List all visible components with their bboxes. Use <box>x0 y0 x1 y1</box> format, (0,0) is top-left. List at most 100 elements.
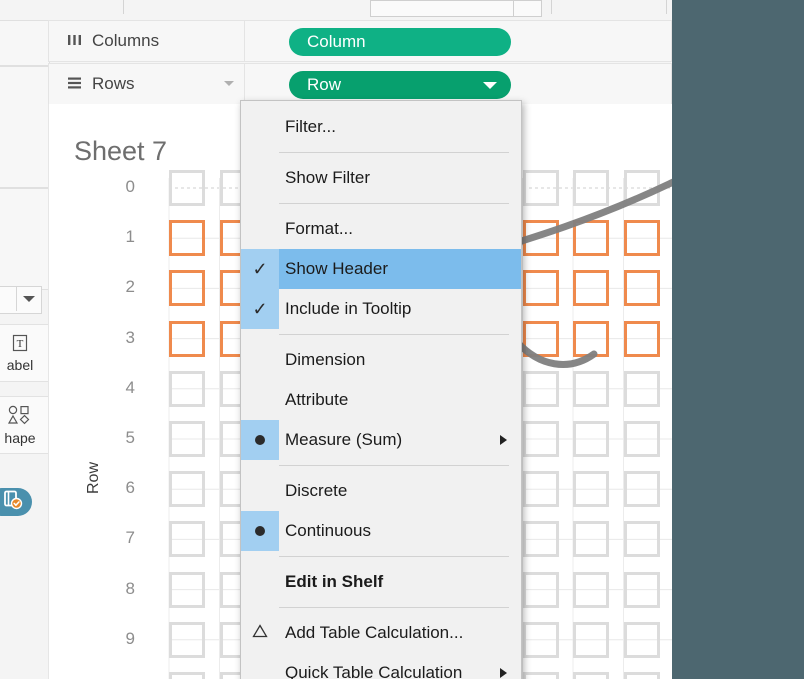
pill-column-label: Column <box>307 32 366 51</box>
menu-item-gutter <box>241 209 279 249</box>
app-window: T abel hape Columns Column Rows Row Shee… <box>0 0 804 679</box>
mark-square[interactable] <box>573 521 609 558</box>
mark-square[interactable] <box>522 471 559 508</box>
mark-square[interactable] <box>623 521 660 558</box>
mark-square[interactable] <box>522 370 559 407</box>
rows-shelf-label: Rows <box>49 64 245 104</box>
mark-square[interactable] <box>623 471 660 508</box>
marks-detail-pill[interactable] <box>0 488 32 516</box>
chevron-down-icon[interactable] <box>16 287 41 311</box>
mark-square[interactable] <box>522 220 559 257</box>
menu-item-gutter <box>241 158 279 198</box>
mark-square[interactable] <box>623 170 660 206</box>
mark-square[interactable] <box>169 220 205 257</box>
mark-square[interactable] <box>623 421 660 457</box>
mark-square[interactable] <box>169 320 205 357</box>
mark-square[interactable] <box>169 421 205 457</box>
mark-square[interactable] <box>623 320 660 357</box>
pill-column[interactable]: Column <box>289 28 511 56</box>
menu-item-gutter: ✓ <box>241 249 279 289</box>
menu-item-dimension[interactable]: Dimension <box>241 340 521 380</box>
mark-square[interactable] <box>573 421 609 457</box>
pill-row[interactable]: Row <box>289 71 511 99</box>
marks-label-button[interactable]: T abel <box>0 324 50 382</box>
mark-square[interactable] <box>522 421 559 457</box>
y-tick-label: 6 <box>125 478 135 498</box>
y-tick-label: 9 <box>125 628 135 648</box>
rows-shelf-caret-icon[interactable] <box>224 81 234 86</box>
pill-row-dropdown-icon[interactable] <box>483 82 497 89</box>
toolbar-input[interactable] <box>370 0 515 17</box>
menu-item-continuous[interactable]: Continuous <box>241 511 521 551</box>
menu-separator <box>279 607 509 608</box>
columns-shelf[interactable]: Columns Column <box>48 20 672 62</box>
mark-square[interactable] <box>623 370 660 407</box>
toolbar-divider <box>123 0 124 14</box>
mark-square[interactable] <box>573 320 609 357</box>
mark-square[interactable] <box>169 571 205 608</box>
menu-item-format[interactable]: Format... <box>241 209 521 249</box>
mark-square[interactable] <box>169 521 205 558</box>
menu-item-discrete[interactable]: Discrete <box>241 471 521 511</box>
menu-item-show-header[interactable]: ✓ Show Header <box>241 249 521 289</box>
menu-item-measure-sum[interactable]: Measure (Sum) <box>241 420 521 460</box>
mark-square[interactable] <box>522 571 559 608</box>
mark-square[interactable] <box>169 270 205 307</box>
mark-square[interactable] <box>623 672 660 679</box>
menu-item-gutter <box>241 511 279 551</box>
mark-square[interactable] <box>623 220 660 257</box>
mark-square[interactable] <box>522 521 559 558</box>
radio-selected-icon <box>255 526 265 536</box>
y-tick-label: 4 <box>125 377 135 397</box>
mark-square[interactable] <box>169 672 205 679</box>
menu-item-gutter <box>241 107 279 147</box>
menu-item-include-tooltip[interactable]: ✓ Include in Tooltip <box>241 289 521 329</box>
pill-context-menu[interactable]: Filter... Show Filter Format... ✓ Show Heade… <box>240 100 522 679</box>
menu-item-edit-in-shelf[interactable]: Edit in Shelf <box>241 562 521 602</box>
y-tick-label: 2 <box>125 277 135 297</box>
mark-square[interactable] <box>522 320 559 357</box>
marks-shape-button[interactable]: hape <box>0 396 50 454</box>
y-tick-label: 8 <box>125 578 135 598</box>
left-sidebar: T abel hape <box>0 20 50 679</box>
menu-item-filter[interactable]: Filter... <box>241 107 521 147</box>
menu-separator <box>279 203 509 204</box>
mark-square[interactable] <box>169 370 205 407</box>
rows-shelf-text: Rows <box>92 74 135 93</box>
toolbar-strip <box>0 0 672 21</box>
toolbar-button[interactable] <box>513 0 542 17</box>
mark-square[interactable] <box>623 571 660 608</box>
menu-separator <box>279 556 509 557</box>
rows-shelf[interactable]: Rows Row <box>48 63 672 105</box>
table-calculation-icon <box>252 624 268 642</box>
radio-selected-icon <box>255 435 265 445</box>
menu-item-attribute[interactable]: Attribute <box>241 380 521 420</box>
columns-icon <box>67 33 82 50</box>
mark-square[interactable] <box>169 170 205 206</box>
mark-square[interactable] <box>573 621 609 658</box>
menu-item-add-table-calc[interactable]: Add Table Calculation... <box>241 613 521 653</box>
mark-square[interactable] <box>573 270 609 307</box>
toolbar-divider-3 <box>666 0 667 14</box>
mark-square[interactable] <box>623 621 660 658</box>
mark-square[interactable] <box>522 270 559 307</box>
mark-square[interactable] <box>573 220 609 257</box>
marks-label-text: abel <box>6 356 34 373</box>
menu-item-show-filter[interactable]: Show Filter <box>241 158 521 198</box>
mark-square[interactable] <box>573 672 609 679</box>
mark-square[interactable] <box>573 471 609 508</box>
mark-square[interactable] <box>573 370 609 407</box>
mark-square[interactable] <box>623 270 660 307</box>
mark-square[interactable] <box>169 621 205 658</box>
mark-square[interactable] <box>169 471 205 508</box>
detail-shape-icon <box>2 489 24 516</box>
menu-item-quick-table-calc[interactable]: Quick Table Calculation <box>241 653 521 679</box>
menu-item-gutter: ✓ <box>241 289 279 329</box>
mark-square[interactable] <box>522 621 559 658</box>
mark-square[interactable] <box>522 170 559 206</box>
y-tick-label: 5 <box>125 428 135 447</box>
mark-square[interactable] <box>573 170 609 206</box>
mark-square[interactable] <box>522 672 559 679</box>
marks-type-dropdown[interactable] <box>0 286 42 314</box>
mark-square[interactable] <box>573 571 609 608</box>
